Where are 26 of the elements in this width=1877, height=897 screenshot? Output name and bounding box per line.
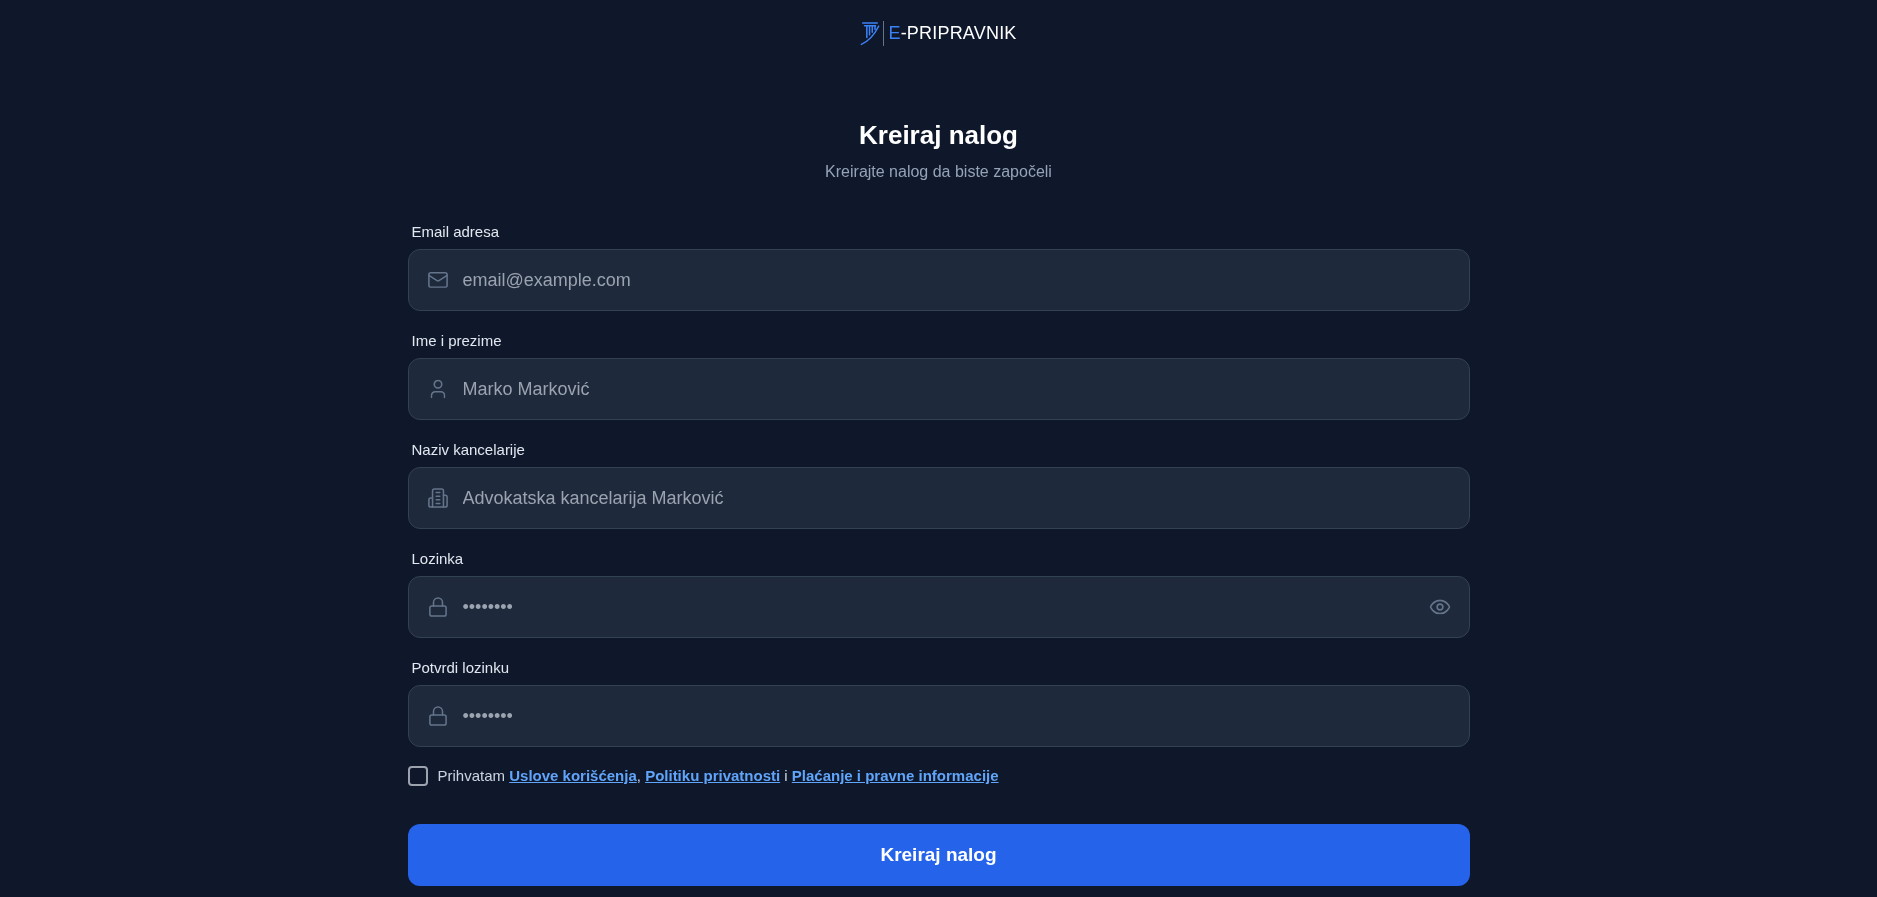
lock-icon: [429, 597, 447, 617]
person-icon: [430, 379, 446, 399]
name-field[interactable]: Marko Marković: [407, 358, 1470, 420]
page-subtitle: Kreirajte nalog da biste započeli: [825, 162, 1052, 182]
field-label: Email adresa: [411, 222, 500, 242]
field-label: Lozinka: [411, 549, 464, 569]
field-label: Ime i prezime: [411, 331, 502, 351]
email-field[interactable]: email@example.com: [407, 249, 1470, 311]
column-logo-icon: [860, 20, 881, 46]
building-icon: [428, 488, 448, 508]
eye-icon[interactable]: [1429, 599, 1450, 615]
create-account-button[interactable]: Kreiraj nalog: [407, 824, 1470, 886]
legal-link[interactable]: Politiku privatnosti: [645, 767, 781, 784]
logo-text: E-PRIPRAVNIK: [888, 22, 1017, 45]
legal-link[interactable]: Plaćanje i pravne informacije: [791, 767, 999, 784]
terms-text: Prihvatam Uslove korišćenja, Politiku privatnosti i Plaćanje i pravne informacije: [437, 766, 999, 786]
legal-link[interactable]: Uslove korišćenja: [509, 767, 637, 784]
terms-checkbox[interactable]: [407, 766, 428, 786]
page-title: Kreiraj nalog: [859, 120, 1018, 150]
password-field[interactable]: ••••••••: [407, 685, 1470, 747]
office-name-field[interactable]: Advokatska kancelarija Marković: [407, 467, 1470, 529]
field-label: Naziv kancelarije: [411, 440, 525, 460]
envelope-icon: [428, 271, 448, 289]
password-field[interactable]: ••••••••: [407, 576, 1470, 638]
lock-icon: [429, 706, 447, 726]
field-label: Potvrdi lozinku: [411, 658, 510, 678]
